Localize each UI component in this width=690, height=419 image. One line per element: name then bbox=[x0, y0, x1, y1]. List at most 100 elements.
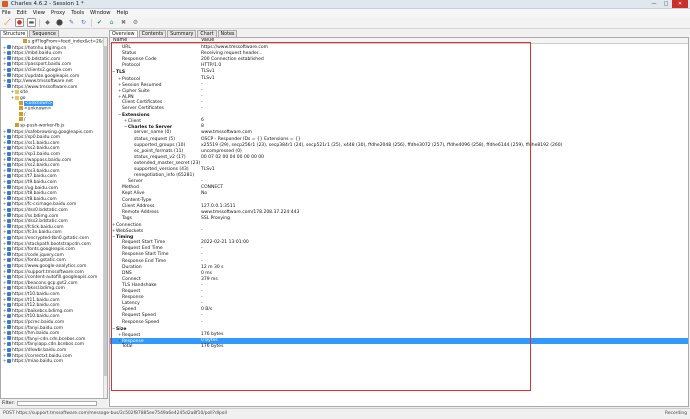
host-lock-icon bbox=[7, 341, 11, 346]
property-name-text: Latency bbox=[122, 301, 140, 307]
host-lock-icon bbox=[7, 257, 11, 262]
tree-scrollbar[interactable] bbox=[103, 38, 107, 398]
host-lock-icon bbox=[7, 358, 11, 363]
tab-overview[interactable]: Overview bbox=[109, 30, 138, 37]
property-name: Total bbox=[118, 344, 133, 350]
toolbar-separator bbox=[39, 18, 40, 27]
property-name-text: Method bbox=[122, 185, 139, 191]
toolbar: 🧹 ● ▬ ◆ ⬤ ✎ ↻ ✔ ⌂ ✖ ⚙ bbox=[0, 17, 690, 29]
property-name-text: Kept Alive bbox=[122, 191, 145, 197]
property-name-text: Server bbox=[128, 179, 143, 185]
host-lock-icon bbox=[7, 235, 11, 240]
host-lock-icon bbox=[7, 168, 11, 173]
host-lock-icon bbox=[7, 134, 11, 139]
close-button[interactable]: ✕ bbox=[672, 0, 688, 8]
breakpoint-icon[interactable]: ⬤ bbox=[55, 18, 64, 27]
property-name-text: Total bbox=[122, 343, 133, 349]
host-lock-icon bbox=[7, 157, 11, 162]
property-value: 176 bytes bbox=[201, 343, 224, 349]
tree-item-label: https://miao.baidu.com bbox=[12, 359, 63, 365]
tab-summary[interactable]: Summary bbox=[167, 30, 197, 37]
tab-structure[interactable]: Structure bbox=[0, 30, 29, 37]
menu-window[interactable]: Window bbox=[90, 10, 110, 16]
menu-tools[interactable]: Tools bbox=[71, 10, 84, 16]
window-controls: — □ ✕ bbox=[648, 0, 688, 8]
property-row[interactable]: Total 176 bytes bbox=[110, 343, 688, 350]
property-name-text: Remote Address bbox=[122, 209, 159, 215]
property-name-text: renegotiation_info (65281) bbox=[134, 173, 195, 179]
host-lock-icon bbox=[7, 302, 11, 307]
turtle-icon[interactable]: ◆ bbox=[43, 18, 52, 27]
tab-sequence[interactable]: Sequence bbox=[29, 30, 59, 37]
structure-tree[interactable]: s.gif?logFrom=feed_index&ct=2&sid= + https… bbox=[0, 37, 108, 399]
host-lock-icon bbox=[7, 229, 11, 234]
broom-icon[interactable]: 🧹 bbox=[3, 18, 12, 27]
menu-help[interactable]: Help bbox=[117, 10, 129, 16]
host-lock-icon bbox=[7, 213, 11, 218]
menu-file[interactable]: File bbox=[2, 10, 11, 16]
host-lock-icon bbox=[7, 218, 11, 223]
filter-input[interactable] bbox=[16, 400, 97, 406]
host-lock-icon bbox=[7, 190, 11, 195]
property-name-text: Response Start Time bbox=[122, 252, 169, 258]
property-name-text: Tags bbox=[122, 215, 132, 221]
host-lock-icon bbox=[7, 263, 11, 268]
host-lock-icon bbox=[7, 353, 11, 358]
refresh-icon[interactable]: ↻ bbox=[79, 18, 88, 27]
property-name-text: Client Certificates bbox=[122, 99, 163, 105]
maximize-button[interactable]: □ bbox=[660, 0, 672, 8]
property-name-text: ec_point_formats (11) bbox=[134, 148, 184, 154]
property-name-text: Response Speed bbox=[122, 319, 160, 325]
host-lock-icon bbox=[7, 246, 11, 251]
recording-status: Recording bbox=[665, 411, 687, 416]
detail-view-tabs: Overview Contents Summary Chart Notes bbox=[109, 30, 238, 37]
record-icon[interactable]: ● bbox=[15, 18, 24, 27]
tab-chart[interactable]: Chart bbox=[197, 30, 217, 37]
throttle-icon[interactable]: ▬ bbox=[27, 18, 36, 27]
property-name-text: TLS Handshake bbox=[122, 282, 157, 288]
host-lock-icon bbox=[7, 308, 11, 313]
menu-view[interactable]: View bbox=[33, 10, 45, 16]
file-icon bbox=[19, 100, 23, 105]
check-icon[interactable]: ✔ bbox=[95, 18, 104, 27]
property-name-text: Request Start Time bbox=[122, 240, 166, 246]
file-icon bbox=[15, 123, 19, 127]
host-lock-icon bbox=[7, 319, 11, 324]
column-header: Name Value bbox=[110, 38, 688, 44]
property-name-text: URL bbox=[122, 45, 131, 50]
value-column-header[interactable]: Value bbox=[201, 38, 214, 44]
filter-label: Filter: bbox=[2, 400, 15, 406]
host-lock-icon bbox=[7, 207, 11, 212]
pen-icon[interactable]: ✎ bbox=[67, 18, 76, 27]
menu-bar: File Edit View Proxy Tools Window Help bbox=[0, 9, 690, 17]
name-column-header[interactable]: Name bbox=[113, 38, 127, 44]
host-lock-icon bbox=[7, 50, 11, 55]
host-lock-icon bbox=[7, 78, 11, 83]
property-name-text: extended_master_secret (23) bbox=[134, 160, 201, 166]
host-lock-icon bbox=[7, 151, 11, 156]
property-name-text: Duration bbox=[122, 264, 142, 270]
tab-contents[interactable]: Contents bbox=[138, 30, 167, 37]
basket-icon[interactable]: ⌂ bbox=[107, 18, 116, 27]
folder-icon bbox=[15, 89, 19, 94]
file-icon bbox=[19, 117, 23, 122]
host-lock-icon bbox=[7, 185, 11, 190]
tools-icon[interactable]: ✖ bbox=[119, 18, 128, 27]
tree-scrollbar-thumb[interactable] bbox=[104, 46, 107, 376]
host-lock-icon bbox=[7, 67, 11, 72]
tree-item[interactable]: + https://miao.baidu.com bbox=[1, 358, 101, 364]
menu-edit[interactable]: Edit bbox=[17, 10, 27, 16]
host-lock-icon bbox=[7, 241, 11, 246]
host-lock-icon bbox=[7, 269, 11, 274]
menu-proxy[interactable]: Proxy bbox=[51, 10, 65, 16]
settings-icon[interactable]: ⚙ bbox=[131, 18, 140, 27]
host-lock-icon bbox=[7, 285, 11, 290]
host-lock-icon bbox=[7, 280, 11, 285]
minimize-button[interactable]: — bbox=[648, 0, 660, 8]
host-lock-icon bbox=[7, 56, 11, 61]
host-lock-icon bbox=[7, 196, 11, 201]
file-icon bbox=[19, 106, 23, 111]
host-lock-icon bbox=[7, 140, 11, 145]
tab-notes[interactable]: Notes bbox=[217, 30, 238, 37]
host-lock-icon bbox=[7, 224, 11, 229]
